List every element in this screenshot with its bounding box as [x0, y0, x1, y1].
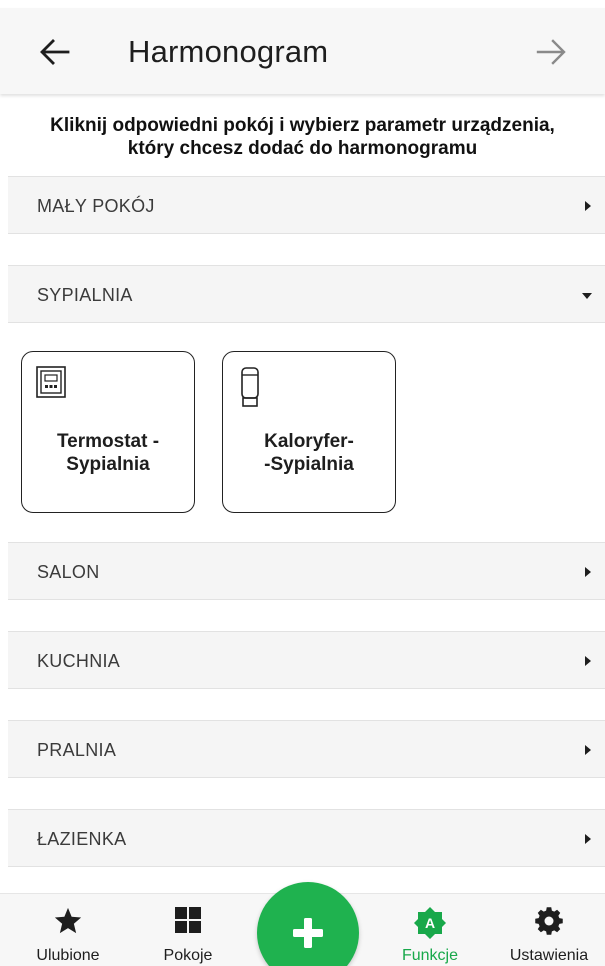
- arrow-right-icon: [536, 39, 566, 65]
- room-label: SYPIALNIA: [37, 285, 133, 305]
- room-label: MAŁY POKÓJ: [37, 196, 155, 216]
- forward-button[interactable]: [534, 35, 568, 69]
- tab-pokoje[interactable]: Pokoje: [138, 894, 238, 966]
- tab-ulubione[interactable]: Ulubione: [18, 894, 118, 966]
- radiator-head-icon: [241, 367, 259, 407]
- caret-right-icon: [585, 745, 591, 755]
- device-label: Termostat - Sypialnia: [22, 430, 194, 476]
- gear-icon: [535, 907, 563, 935]
- back-button[interactable]: [38, 35, 72, 69]
- tab-label: Ustawienia: [509, 947, 589, 964]
- grid-icon: [175, 907, 201, 933]
- room-row-maly-pokoj[interactable]: MAŁY POKÓJ: [8, 176, 605, 234]
- instruction-line-2: który chcesz dodać do harmonogramu: [127, 138, 478, 159]
- room-row-salon[interactable]: SALON: [8, 542, 605, 600]
- device-label-line-2: -Sypialnia: [264, 454, 354, 475]
- app-bar: Harmonogram: [0, 8, 605, 94]
- device-card-kaloryfer[interactable]: Kaloryfer- -Sypialnia: [222, 351, 396, 513]
- room-row-pralnia[interactable]: PRALNIA: [8, 720, 605, 778]
- svg-text:A: A: [425, 915, 435, 931]
- room-label: KUCHNIA: [37, 651, 121, 671]
- device-card-termostat[interactable]: Termostat - Sypialnia: [21, 351, 195, 513]
- functions-icon: A: [414, 907, 446, 939]
- thermostat-icon: [36, 366, 66, 398]
- caret-right-icon: [585, 201, 591, 211]
- tab-label: Funkcje: [401, 947, 459, 964]
- device-label-line-2: Sypialnia: [66, 454, 150, 475]
- caret-right-icon: [585, 656, 591, 666]
- device-label-line-1: Termostat -: [56, 431, 160, 452]
- plus-icon: [293, 918, 323, 948]
- room-label: SALON: [37, 562, 100, 582]
- caret-right-icon: [585, 834, 591, 844]
- room-label: ŁAZIENKA: [37, 829, 127, 849]
- tab-label: Pokoje: [163, 947, 213, 964]
- device-label-line-1: Kaloryfer-: [264, 431, 354, 452]
- tab-label: Ulubione: [36, 947, 100, 964]
- arrow-left-icon: [40, 39, 70, 65]
- caret-down-icon: [582, 293, 592, 299]
- instruction-text: Kliknij odpowiedni pokój i wybierz param…: [0, 114, 605, 160]
- caret-right-icon: [585, 567, 591, 577]
- room-row-sypialnia[interactable]: SYPIALNIA: [8, 265, 605, 323]
- room-label: PRALNIA: [37, 740, 117, 760]
- tab-funkcje[interactable]: A Funkcje: [380, 894, 480, 966]
- device-label: Kaloryfer- -Sypialnia: [223, 430, 395, 476]
- room-row-lazienka[interactable]: ŁAZIENKA: [8, 809, 605, 867]
- page-title: Harmonogram: [128, 34, 329, 69]
- instruction-line-1: Kliknij odpowiedni pokój i wybierz param…: [50, 115, 555, 136]
- tab-ustawienia[interactable]: Ustawienia: [499, 894, 599, 966]
- room-row-kuchnia[interactable]: KUCHNIA: [8, 631, 605, 689]
- star-icon: [54, 907, 82, 934]
